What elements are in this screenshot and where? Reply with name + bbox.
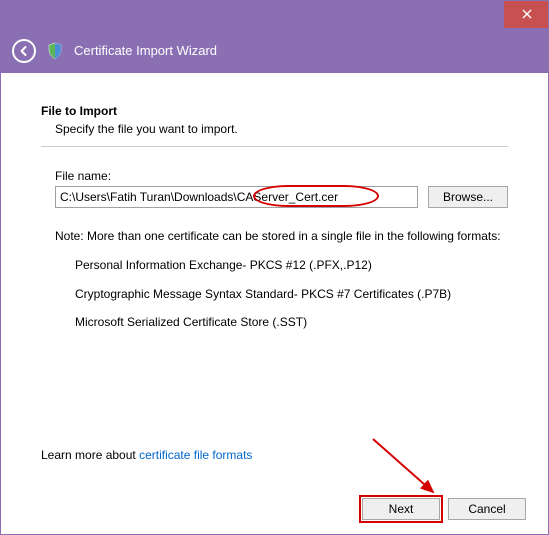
learn-prefix: Learn more about — [41, 448, 139, 462]
annotation-arrow-icon — [368, 434, 448, 504]
note-item: Personal Information Exchange- PKCS #12 … — [55, 257, 508, 274]
section-subheading: Specify the file you want to import. — [41, 122, 508, 136]
browse-button[interactable]: Browse... — [428, 186, 508, 208]
next-button[interactable]: Next — [362, 498, 440, 520]
learn-link[interactable]: certificate file formats — [139, 448, 252, 462]
note-item: Microsoft Serialized Certificate Store (… — [55, 314, 508, 331]
filename-input[interactable] — [55, 186, 418, 208]
note-intro: Note: More than one certificate can be s… — [55, 228, 508, 245]
filename-label: File name: — [55, 169, 508, 183]
cancel-button[interactable]: Cancel — [448, 498, 526, 520]
learn-more: Learn more about certificate file format… — [41, 448, 252, 462]
section-heading: File to Import — [41, 104, 508, 118]
divider — [41, 146, 508, 147]
note-item: Cryptographic Message Syntax Standard- P… — [55, 286, 508, 303]
